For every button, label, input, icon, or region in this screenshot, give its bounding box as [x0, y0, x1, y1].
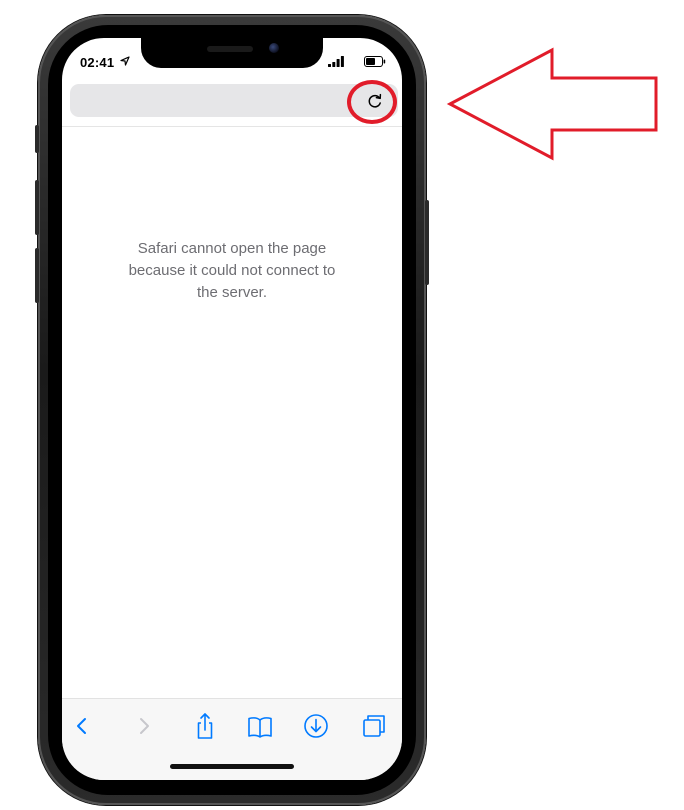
book-icon[interactable]: [246, 711, 274, 741]
notch: [141, 38, 323, 68]
home-indicator: [170, 764, 294, 769]
signal-icon: [328, 56, 344, 67]
earpiece-speaker: [207, 46, 253, 52]
location-arrow-icon: [120, 56, 130, 66]
error-message: Safari cannot open the page because it c…: [128, 240, 336, 301]
share-icon[interactable]: [191, 711, 219, 741]
address-bar-divider: [62, 126, 402, 127]
silent-switch: [35, 125, 39, 153]
front-camera: [269, 43, 279, 53]
phone-screen: 02:41 Safari cannot open the page becaus…: [62, 38, 402, 780]
volume-up-button: [35, 180, 39, 235]
status-time: 02:41: [80, 55, 115, 70]
battery-icon: [364, 56, 386, 67]
chevron-left-icon[interactable]: [68, 711, 96, 741]
power-button: [425, 200, 429, 285]
tabs-icon[interactable]: [360, 711, 388, 741]
chevron-right-icon[interactable]: [130, 711, 158, 741]
download-icon[interactable]: [302, 711, 330, 741]
pointer-arrow-icon: [446, 47, 658, 161]
volume-down-button: [35, 248, 39, 303]
highlight-circle: [347, 80, 397, 124]
